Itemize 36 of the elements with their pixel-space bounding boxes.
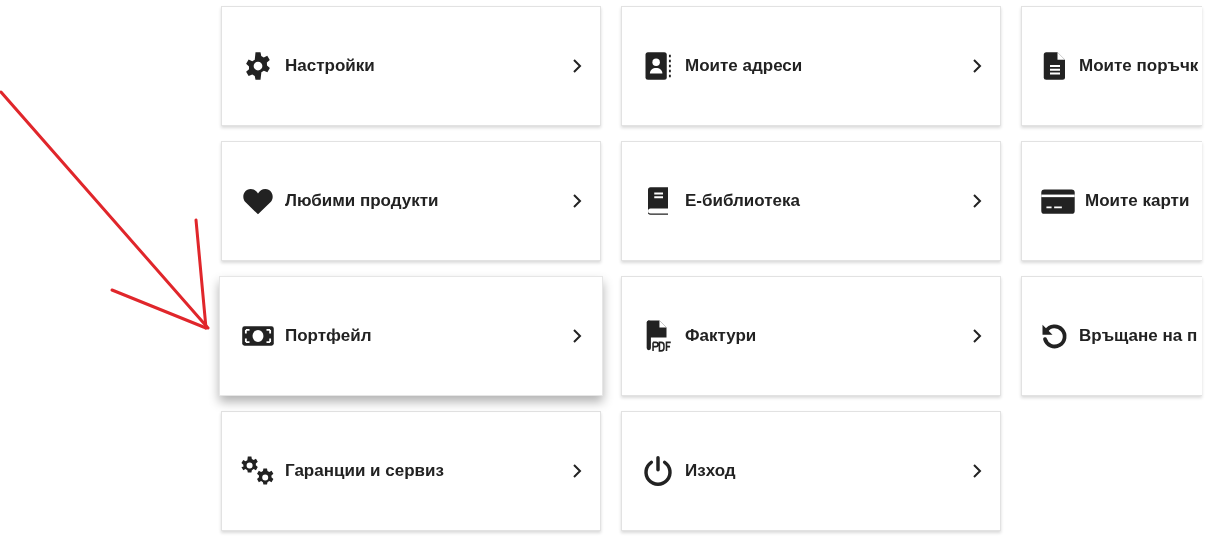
menu-card[interactable]: Настройки	[221, 6, 601, 126]
card-label: Е-библиотека	[685, 190, 801, 213]
chevron-right-icon	[972, 328, 982, 344]
card-label: Фактури	[685, 325, 758, 348]
menu-card[interactable]: Любими продукти	[221, 141, 601, 261]
card-label: Моите поръчк	[1079, 55, 1199, 78]
menu-card[interactable]: Връщане на п	[1021, 276, 1202, 396]
menu-card[interactable]: Гаранции и сервиз	[221, 411, 601, 531]
heart-icon	[242, 186, 274, 216]
card-label: Гаранции и сервиз	[285, 460, 445, 483]
menu-card[interactable]: Е-библиотека	[621, 141, 1001, 261]
menu-card[interactable]: Фактури	[621, 276, 1001, 396]
chevron-right-icon	[572, 58, 582, 74]
card-label: Моите адреси	[685, 55, 804, 78]
chevron-right-icon	[572, 193, 582, 209]
card-label: Любими продукти	[285, 190, 440, 213]
card-label: Настройки	[285, 55, 376, 78]
card-label: Връщане на п	[1079, 325, 1198, 348]
chevron-right-icon	[572, 328, 582, 344]
chevron-right-icon	[972, 58, 982, 74]
power-icon	[642, 455, 674, 487]
gears-icon	[240, 455, 276, 487]
address-book-icon	[643, 51, 673, 81]
chevron-right-icon	[972, 463, 982, 479]
menu-card[interactable]: Портфейл	[219, 276, 603, 396]
credit-card-icon	[1040, 186, 1076, 216]
card-label: Портфейл	[285, 325, 373, 348]
card-label: Изход	[685, 460, 737, 483]
menu-card[interactable]: Изход	[621, 411, 1001, 531]
card-label: Моите карти	[1085, 190, 1190, 213]
menu-card[interactable]: Моите адреси	[621, 6, 1001, 126]
menu-card[interactable]: Моите поръчк	[1021, 6, 1202, 126]
settings-icon	[243, 51, 273, 81]
menu-card[interactable]: Моите карти	[1021, 141, 1202, 261]
chevron-right-icon	[572, 463, 582, 479]
chevron-right-icon	[972, 193, 982, 209]
